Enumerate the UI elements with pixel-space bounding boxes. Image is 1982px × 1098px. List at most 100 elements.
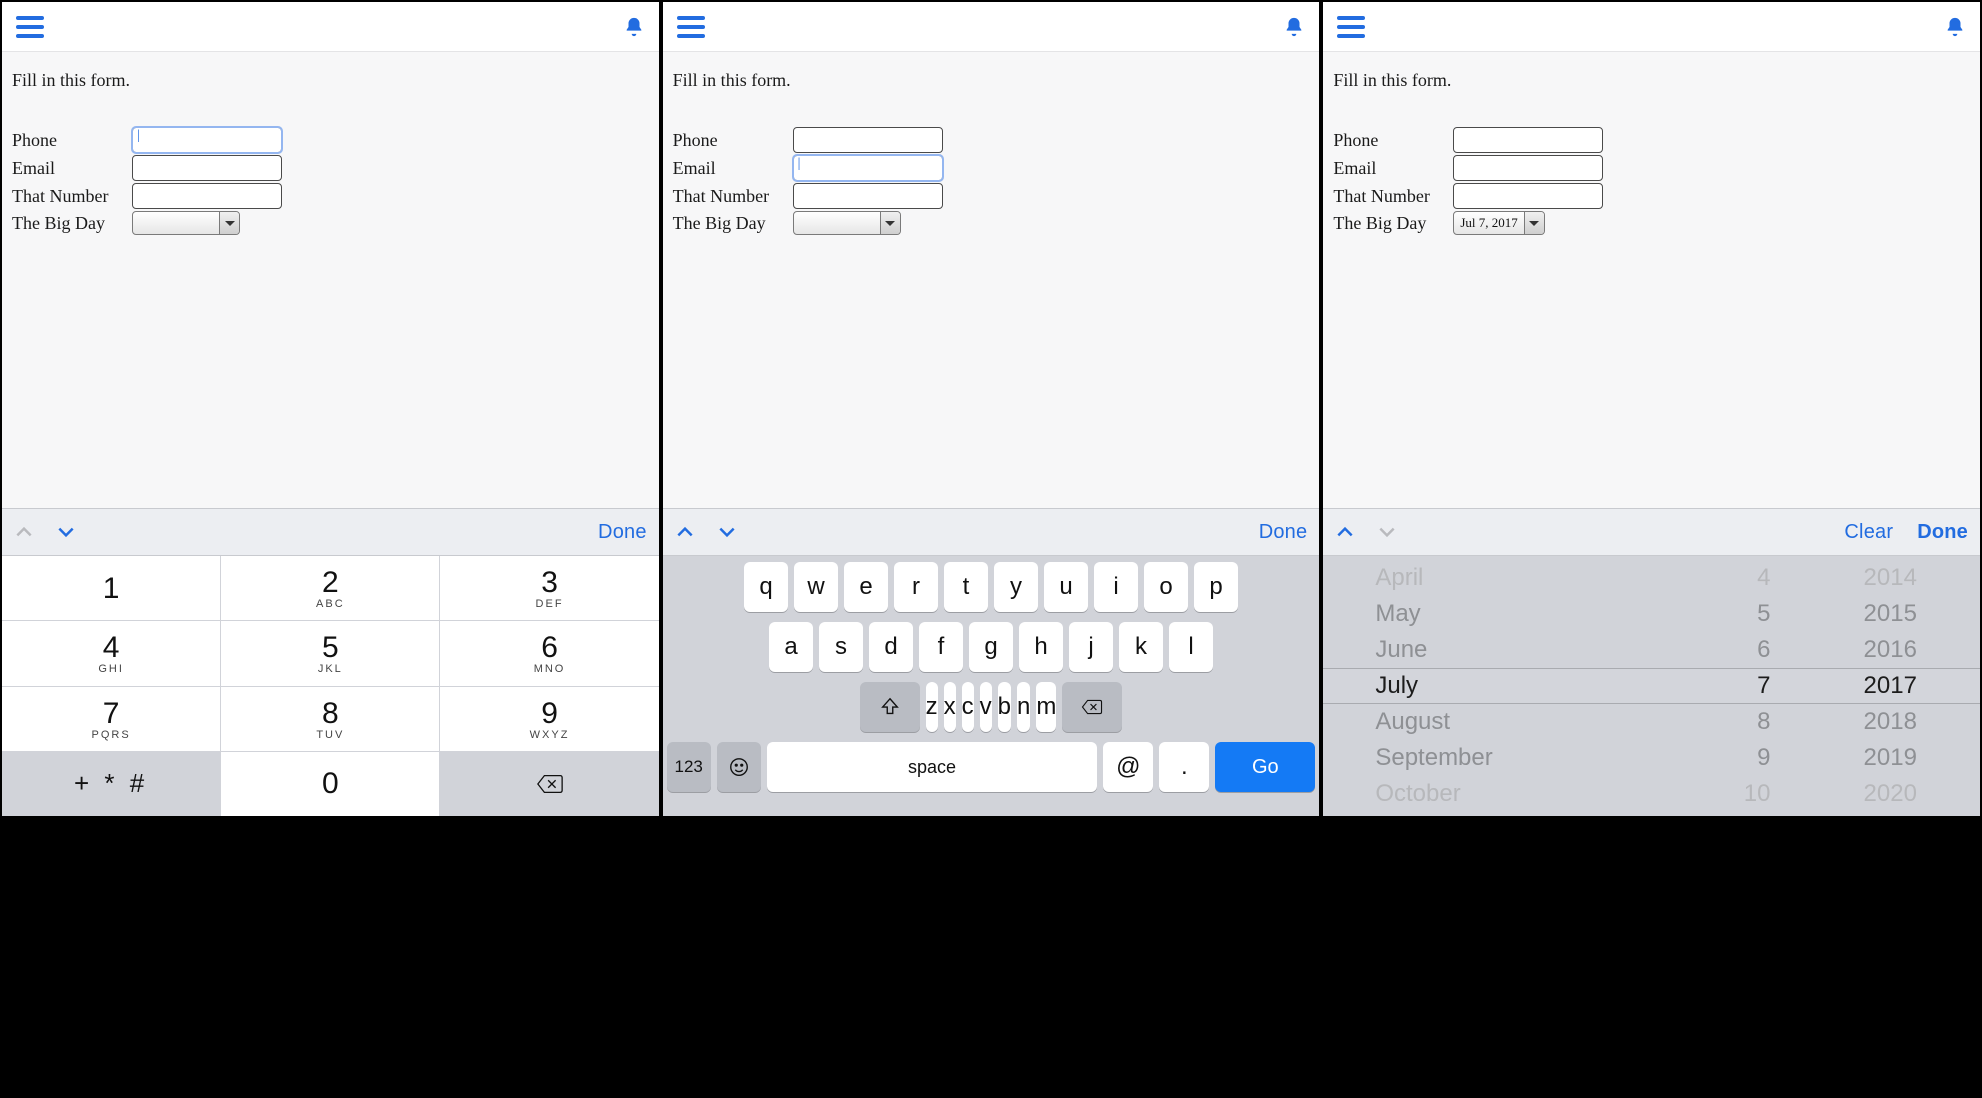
number-input[interactable]	[793, 183, 943, 209]
wheel-item[interactable]: July	[1375, 668, 1418, 704]
phone-input[interactable]	[1453, 127, 1603, 153]
wheel-item[interactable]: 4	[1757, 560, 1770, 596]
form-prompt: Fill in this form.	[12, 70, 649, 91]
key-g[interactable]: g	[969, 622, 1013, 672]
wheel-item[interactable]: 7	[1757, 668, 1770, 704]
key-y[interactable]: y	[994, 562, 1038, 612]
go-key[interactable]: Go	[1215, 742, 1315, 792]
next-field-button[interactable]	[56, 522, 76, 542]
dot-key[interactable]: .	[1159, 742, 1209, 792]
form-area: Fill in this form. Phone Email That Numb…	[663, 52, 1320, 508]
key-f[interactable]: f	[919, 622, 963, 672]
key-z[interactable]: z	[926, 682, 938, 732]
key-v[interactable]: v	[980, 682, 992, 732]
bell-icon[interactable]	[1283, 15, 1305, 39]
wheel-item[interactable]: 5	[1757, 596, 1770, 632]
key-l[interactable]: l	[1169, 622, 1213, 672]
menu-icon[interactable]	[16, 16, 44, 38]
wheel-item[interactable]: 9	[1757, 740, 1770, 776]
wheel-item[interactable]: 10	[1744, 776, 1771, 812]
prev-field-button[interactable]	[675, 522, 695, 542]
date-dropdown[interactable]	[132, 211, 240, 235]
key-a[interactable]: a	[769, 622, 813, 672]
shift-key[interactable]	[860, 682, 920, 732]
wheel-item[interactable]: May	[1375, 596, 1420, 632]
date-dropdown[interactable]	[793, 211, 901, 235]
key-t[interactable]: t	[944, 562, 988, 612]
key-x[interactable]: x	[944, 682, 956, 732]
wheel-item[interactable]: 8	[1757, 704, 1770, 740]
emoji-key[interactable]	[717, 742, 761, 792]
key-k[interactable]: k	[1119, 622, 1163, 672]
key-c[interactable]: c	[962, 682, 974, 732]
at-key[interactable]: @	[1103, 742, 1153, 792]
menu-icon[interactable]	[1337, 16, 1365, 38]
key-2[interactable]: 2ABC	[221, 556, 439, 620]
done-button[interactable]: Done	[598, 521, 647, 544]
phone-input[interactable]	[793, 127, 943, 153]
menu-icon[interactable]	[677, 16, 705, 38]
key-7[interactable]: 7PQRS	[2, 687, 220, 751]
bell-icon[interactable]	[623, 15, 645, 39]
label-phone: Phone	[12, 130, 132, 151]
wheel-item[interactable]: August	[1375, 704, 1450, 740]
key-5[interactable]: 5JKL	[221, 621, 439, 685]
wheel-item[interactable]: 6	[1757, 632, 1770, 668]
number-input[interactable]	[132, 183, 282, 209]
form-area: Fill in this form. Phone Email That Numb…	[1323, 52, 1980, 508]
key-1[interactable]: 1	[2, 556, 220, 620]
key-q[interactable]: q	[744, 562, 788, 612]
email-input[interactable]	[1453, 155, 1603, 181]
wheel-item[interactable]: 2014	[1864, 560, 1917, 596]
wheel-item[interactable]: 2017	[1864, 668, 1917, 704]
key-m[interactable]: m	[1036, 682, 1056, 732]
label-date: The Big Day	[1333, 213, 1453, 234]
key-n[interactable]: n	[1017, 682, 1030, 732]
key-b[interactable]: b	[998, 682, 1011, 732]
key-o[interactable]: o	[1144, 562, 1188, 612]
prev-field-button[interactable]	[1335, 522, 1355, 542]
numbers-key[interactable]: 123	[667, 742, 711, 792]
email-input[interactable]	[793, 155, 943, 181]
next-field-button[interactable]	[717, 522, 737, 542]
wheel-item[interactable]: 2019	[1864, 740, 1917, 776]
wheel-item[interactable]: 2015	[1864, 596, 1917, 632]
key-j[interactable]: j	[1069, 622, 1113, 672]
key-w[interactable]: w	[794, 562, 838, 612]
wheel-item[interactable]: June	[1375, 632, 1427, 668]
key-u[interactable]: u	[1044, 562, 1088, 612]
done-button[interactable]: Done	[1259, 521, 1308, 544]
key-h[interactable]: h	[1019, 622, 1063, 672]
space-key[interactable]: space	[767, 742, 1098, 792]
key-i[interactable]: i	[1094, 562, 1138, 612]
wheel-item[interactable]: September	[1375, 740, 1492, 776]
key-d[interactable]: d	[869, 622, 913, 672]
key-backspace[interactable]	[440, 752, 658, 816]
wheel-item[interactable]: 2020	[1864, 776, 1917, 812]
key-8[interactable]: 8TUV	[221, 687, 439, 751]
wheel-item[interactable]: 2018	[1864, 704, 1917, 740]
key-0[interactable]: 0	[221, 752, 439, 816]
email-input[interactable]	[132, 155, 282, 181]
bell-icon[interactable]	[1944, 15, 1966, 39]
key-r[interactable]: r	[894, 562, 938, 612]
number-input[interactable]	[1453, 183, 1603, 209]
key-symbols[interactable]: + * #	[2, 752, 220, 816]
key-s[interactable]: s	[819, 622, 863, 672]
done-button[interactable]: Done	[1917, 521, 1968, 544]
wheel-item[interactable]: October	[1375, 776, 1460, 812]
key-e[interactable]: e	[844, 562, 888, 612]
key-6[interactable]: 6MNO	[440, 621, 658, 685]
keyboard-toolbar: Clear Done	[1323, 508, 1980, 556]
key-3[interactable]: 3DEF	[440, 556, 658, 620]
date-picker[interactable]: AprilMayJuneJulyAugustSeptemberOctober 4…	[1323, 556, 1980, 816]
date-dropdown[interactable]: Jul 7, 2017	[1453, 211, 1544, 235]
wheel-item[interactable]: 2016	[1864, 632, 1917, 668]
clear-button[interactable]: Clear	[1844, 521, 1893, 544]
key-4[interactable]: 4GHI	[2, 621, 220, 685]
phone-input[interactable]	[132, 127, 282, 153]
key-9[interactable]: 9WXYZ	[440, 687, 658, 751]
wheel-item[interactable]: April	[1375, 560, 1423, 596]
key-p[interactable]: p	[1194, 562, 1238, 612]
backspace-key[interactable]	[1062, 682, 1122, 732]
